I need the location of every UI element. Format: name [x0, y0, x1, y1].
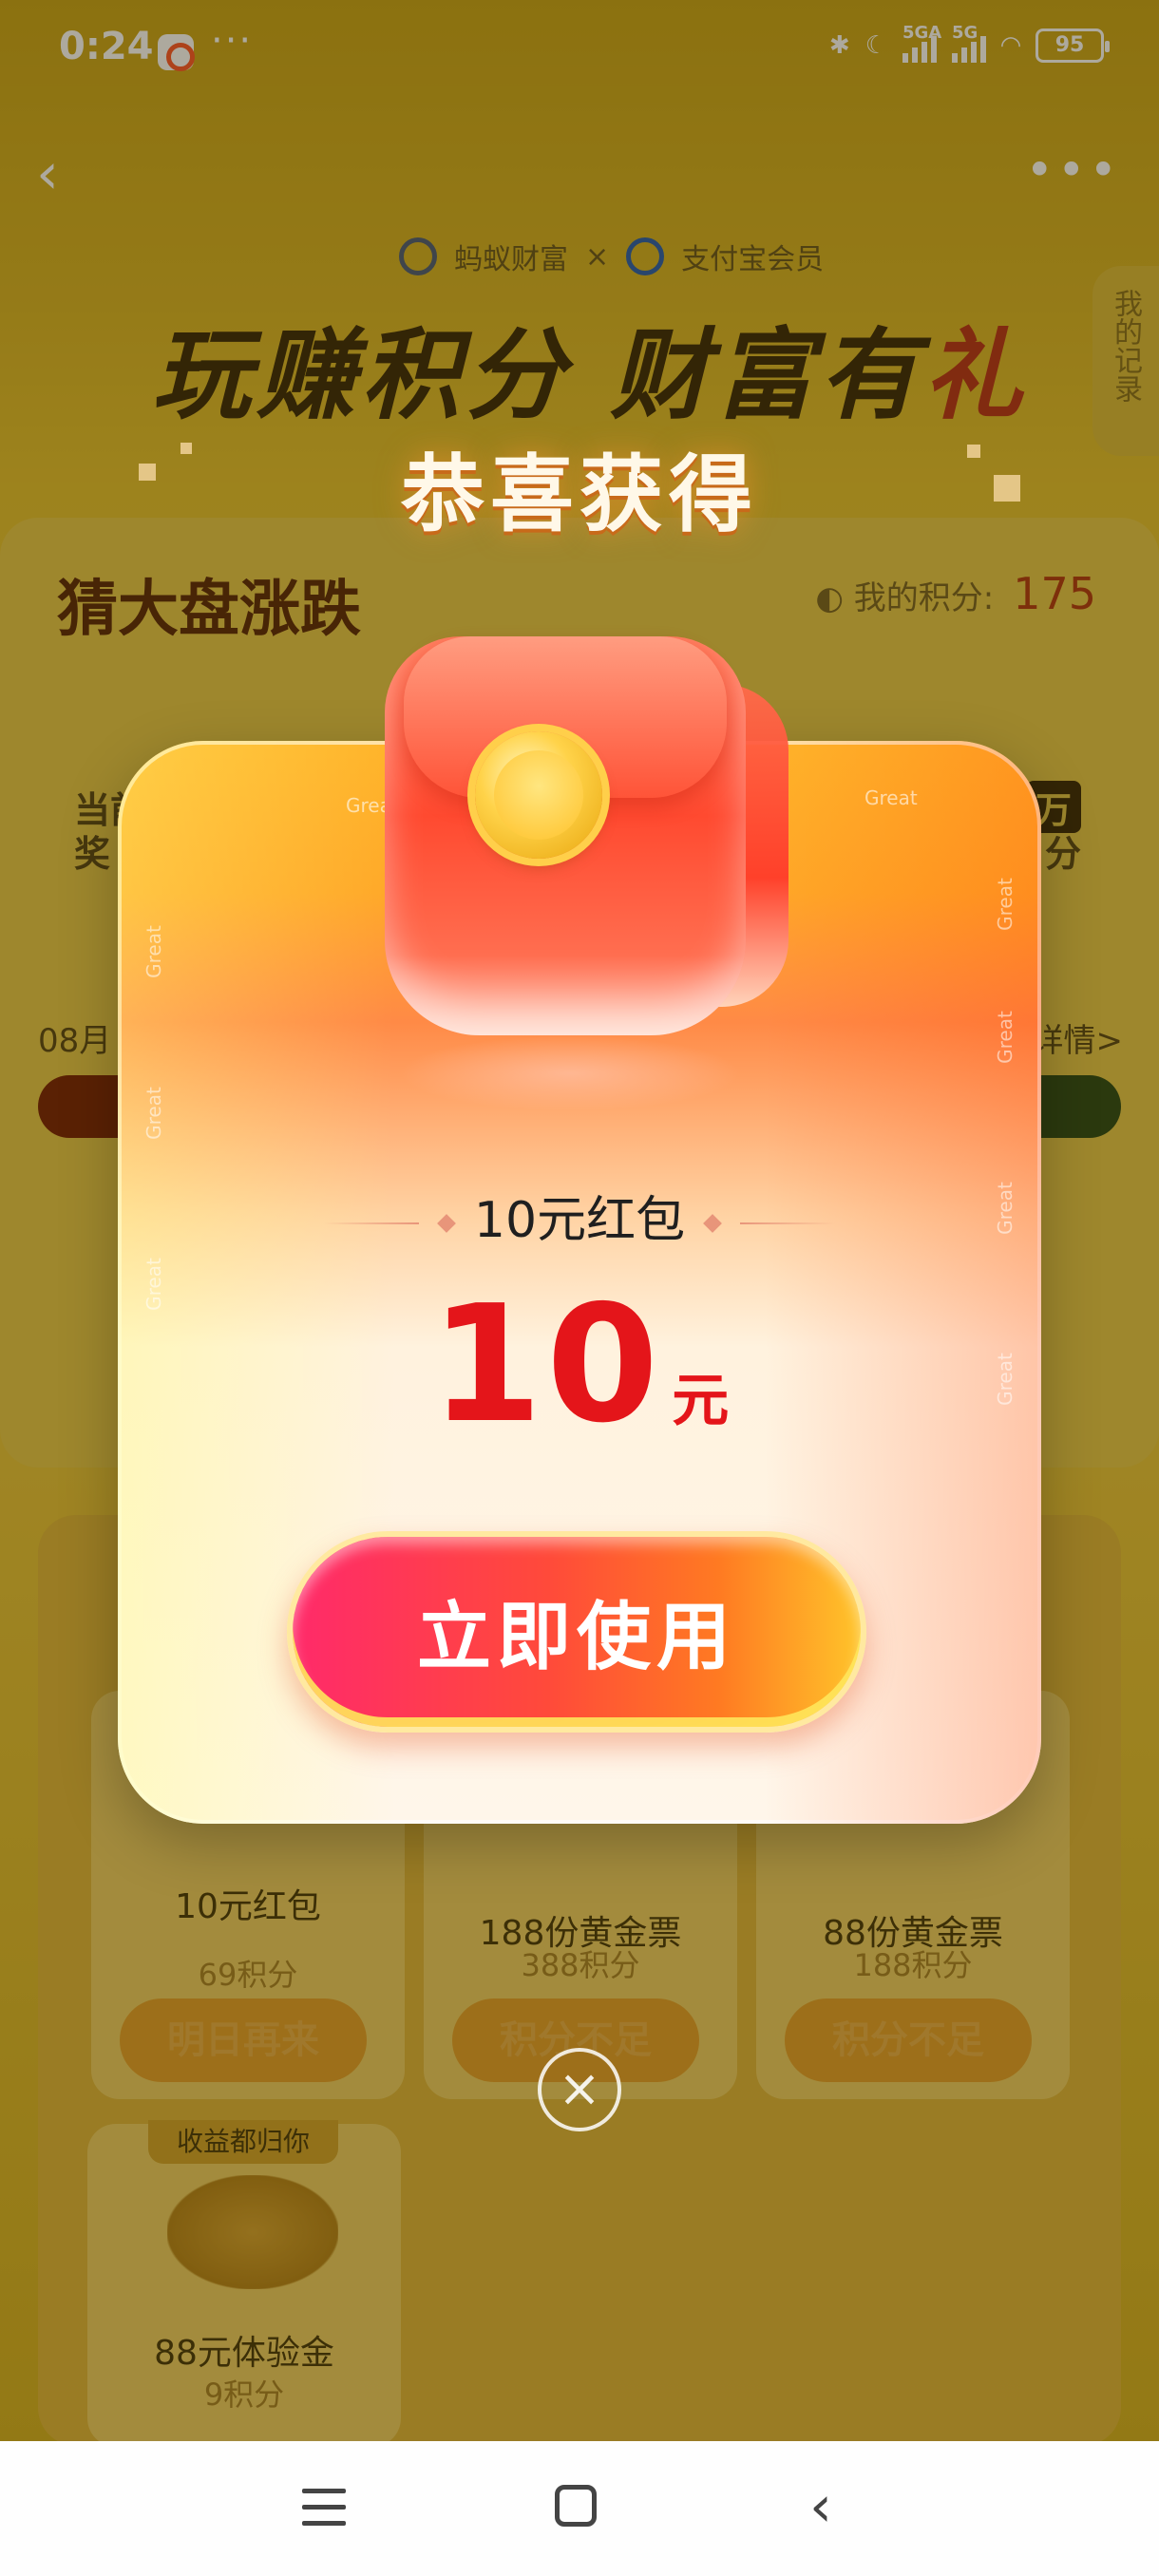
use-now-button[interactable]: 立即使用 [287, 1531, 866, 1733]
great-watermark: Great [142, 925, 165, 978]
home-icon[interactable] [555, 2485, 597, 2527]
menu-icon[interactable] [302, 2489, 346, 2527]
envelope-reflection [399, 1035, 741, 1111]
background-page: 0:24 ··· ✱ ☾ 5GA 5G ◠ 95 ‹ ••• 蚂蚁财富 × 支付… [0, 0, 1159, 2441]
prize-name: 10元红包 [0, 1180, 1159, 1251]
diamond-icon [703, 1214, 722, 1233]
great-watermark: Great [142, 1087, 165, 1140]
prize-amount: 10 元 [429, 1271, 730, 1459]
back-icon[interactable]: ‹ [809, 2473, 832, 2540]
great-watermark: Great [993, 878, 1016, 931]
system-nav-bar: ‹ [0, 2441, 1159, 2576]
great-watermark: Great [864, 786, 918, 809]
close-icon[interactable]: × [538, 2048, 621, 2131]
great-watermark: Great [993, 1011, 1016, 1064]
gold-seal-inner-icon [494, 750, 583, 840]
diamond-icon [437, 1214, 456, 1233]
congrats-heading: 恭喜获得 [400, 445, 758, 543]
